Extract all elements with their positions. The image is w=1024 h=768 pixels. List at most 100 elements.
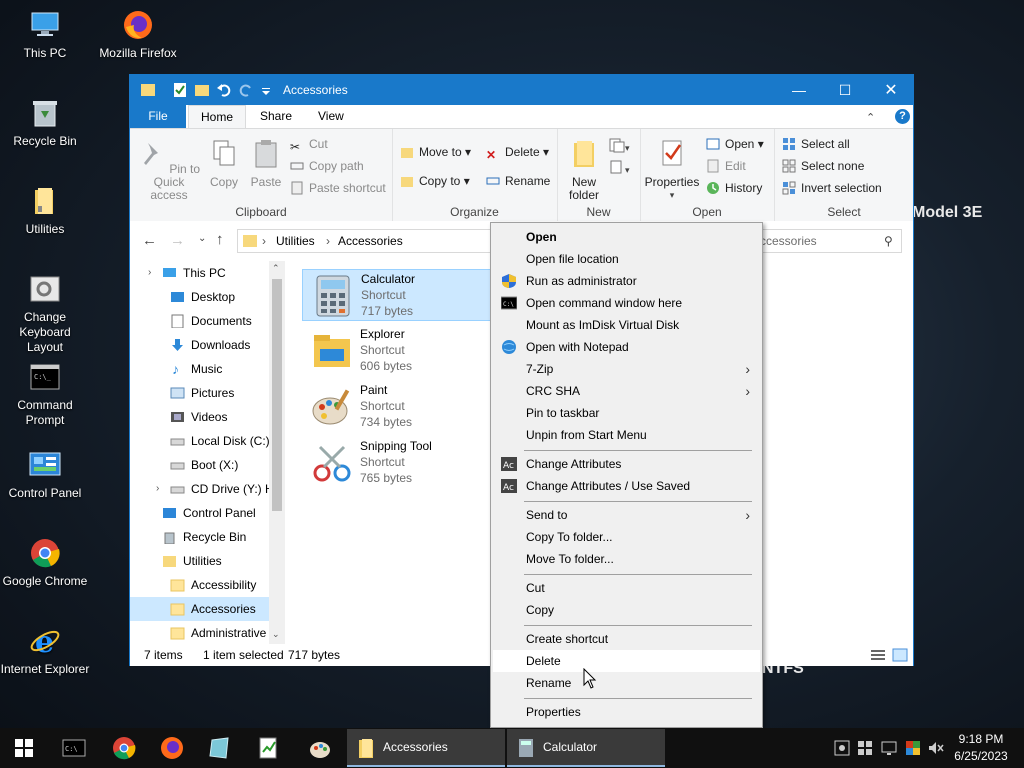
menu-item-create-shortcut[interactable]: Create shortcut xyxy=(493,628,760,650)
nav-item-pictures-row[interactable]: Pictures xyxy=(130,381,270,405)
history-button[interactable]: History xyxy=(706,179,762,197)
tray-grid-icon[interactable] xyxy=(857,740,873,756)
breadcrumb-accessories[interactable]: Accessories xyxy=(338,230,403,252)
taskbar-app-notepad[interactable] xyxy=(244,728,292,768)
nav-scrollbar[interactable]: ⌃ ⌄ xyxy=(269,261,285,644)
menu-item-crc-sha[interactable]: CRC SHA › xyxy=(493,380,760,402)
invert-selection-button[interactable]: Invert selection xyxy=(782,179,882,197)
scroll-down-icon[interactable]: ⌄ xyxy=(272,629,280,640)
menu-item-change-attributes[interactable]: Ac Change Attributes xyxy=(493,453,760,475)
file-item-calculator[interactable]: Calculator Shortcut 717 bytes xyxy=(302,269,492,321)
menu-item-cut[interactable]: Cut xyxy=(493,577,760,599)
close-button[interactable]: ✕ xyxy=(868,75,914,105)
menu-item-move-to-folder[interactable]: Move To folder... xyxy=(493,548,760,570)
open-button[interactable]: Open ▾ xyxy=(706,135,764,153)
new-item-icon[interactable]: ▾ xyxy=(609,137,633,155)
menu-item-copy[interactable]: Copy xyxy=(493,599,760,621)
nav-scrollbar-thumb[interactable] xyxy=(272,279,282,511)
menu-item-7zip[interactable]: 7-Zip › xyxy=(493,358,760,380)
menu-item-properties[interactable]: Properties xyxy=(493,701,760,723)
easy-access-icon[interactable]: ▾ xyxy=(609,159,633,177)
desktop-icon-control-panel[interactable]: Control Panel xyxy=(0,448,90,501)
nav-item-this-pc-row[interactable]: › This PC xyxy=(130,261,270,285)
nav-item-documents-row[interactable]: Documents xyxy=(130,309,270,333)
menu-item-mount-imdisk[interactable]: Mount as ImDisk Virtual Disk xyxy=(493,314,760,336)
file-item-paint[interactable]: Paint Shortcut 734 bytes xyxy=(302,381,492,433)
system-clock[interactable]: 9:18 PM 6/25/2023 xyxy=(948,731,1014,765)
paste-button[interactable]: Paste xyxy=(246,139,286,189)
menu-item-send-to[interactable]: Send to › xyxy=(493,504,760,526)
nav-item-local-disk-row[interactable]: Local Disk (C:) xyxy=(130,429,270,453)
paste-shortcut-button[interactable]: Paste shortcut xyxy=(290,179,386,197)
tab-file[interactable]: File xyxy=(130,105,186,128)
customize-toolbar-icon[interactable] xyxy=(258,82,274,98)
title-bar[interactable]: Accessories — ☐ ✕ xyxy=(130,75,913,105)
desktop-icon-firefox[interactable]: Mozilla Firefox xyxy=(93,8,183,61)
cut-button[interactable]: ✂ Cut xyxy=(290,135,328,154)
tab-view[interactable]: View xyxy=(306,105,356,128)
address-bar[interactable]: › Utilities › Accessories xyxy=(237,229,495,253)
menu-item-change-attributes-saved[interactable]: Ac Change Attributes / Use Saved xyxy=(493,475,760,497)
menu-item-run-as-administrator[interactable]: Run as administrator xyxy=(493,270,760,292)
tray-color-icon[interactable] xyxy=(905,740,921,756)
redo-icon[interactable] xyxy=(238,82,254,98)
desktop-icon-recycle-bin[interactable]: Recycle Bin xyxy=(0,96,90,149)
menu-item-open[interactable]: Open xyxy=(493,226,760,248)
delete-button[interactable]: ✕ Delete ▾ xyxy=(486,143,549,162)
file-item-snipping-tool[interactable]: Snipping Tool Shortcut 765 bytes xyxy=(302,437,492,489)
file-item-explorer[interactable]: Explorer Shortcut 606 bytes xyxy=(302,325,492,377)
taskbar-app-glass[interactable] xyxy=(196,728,244,768)
move-to-button[interactable]: Move to ▾ xyxy=(400,143,471,161)
nav-item-accessibility-row[interactable]: Accessibility xyxy=(130,573,270,597)
nav-item-administrative-row[interactable]: Administrative xyxy=(130,621,270,644)
collapse-ribbon-icon[interactable]: ⌃ xyxy=(866,111,878,124)
rename-button[interactable]: Rename xyxy=(486,172,550,190)
search-input[interactable]: ccessories ⚲ xyxy=(747,229,902,253)
menu-item-copy-to-folder[interactable]: Copy To folder... xyxy=(493,526,760,548)
taskbar-app-paint[interactable] xyxy=(296,728,344,768)
nav-item-boot-row[interactable]: Boot (X:) xyxy=(130,453,270,477)
nav-item-downloads-row[interactable]: Downloads xyxy=(130,333,270,357)
properties-button[interactable]: Properties ▾ xyxy=(644,139,700,202)
nav-item-control-panel-row[interactable]: Control Panel xyxy=(130,501,270,525)
minimize-button[interactable]: — xyxy=(776,75,822,105)
desktop-icon-this-pc[interactable]: This PC xyxy=(0,8,90,61)
properties-icon[interactable] xyxy=(172,82,188,98)
taskbar-command-prompt[interactable]: C:\ xyxy=(50,728,98,768)
desktop-icon-command-prompt[interactable]: C:\_ Command Prompt xyxy=(0,360,90,428)
select-none-button[interactable]: Select none xyxy=(782,157,864,175)
select-all-button[interactable]: Select all xyxy=(782,135,850,153)
menu-item-open-command-window[interactable]: C:\ Open command window here xyxy=(493,292,760,314)
taskbar-task-accessories[interactable]: Accessories xyxy=(347,729,505,767)
menu-item-unpin-start-menu[interactable]: Unpin from Start Menu xyxy=(493,424,760,446)
edit-button[interactable]: Edit xyxy=(706,157,746,175)
menu-item-delete[interactable]: Delete xyxy=(493,650,760,672)
undo-icon[interactable] xyxy=(216,82,232,98)
breadcrumb-utilities[interactable]: Utilities xyxy=(276,230,315,252)
tiles-view-icon[interactable] xyxy=(892,648,908,662)
maximize-button[interactable]: ☐ xyxy=(822,75,868,105)
nav-item-cd-drive-row[interactable]: › CD Drive (Y:) H xyxy=(130,477,270,501)
copy-button[interactable]: Copy xyxy=(206,139,242,189)
menu-item-pin-to-taskbar[interactable]: Pin to taskbar xyxy=(493,402,760,424)
new-folder-icon[interactable] xyxy=(194,82,210,98)
taskbar-firefox[interactable] xyxy=(148,728,196,768)
volume-muted-icon[interactable] xyxy=(928,740,944,756)
start-button[interactable] xyxy=(0,728,48,768)
taskbar-chrome[interactable] xyxy=(100,728,148,768)
back-icon[interactable]: ← xyxy=(142,232,157,249)
menu-item-open-with-notepad[interactable]: Open with Notepad xyxy=(493,336,760,358)
new-folder-button[interactable]: New folder xyxy=(561,139,607,202)
copy-to-button[interactable]: Copy to ▾ xyxy=(400,172,470,190)
forward-icon[interactable]: → xyxy=(170,232,185,249)
tab-home[interactable]: Home xyxy=(188,105,247,128)
tray-monitor-icon[interactable] xyxy=(881,740,897,756)
desktop-icon-utilities[interactable]: Utilities xyxy=(0,184,90,237)
details-view-icon[interactable] xyxy=(870,648,886,662)
scroll-up-icon[interactable]: ⌃ xyxy=(272,263,280,274)
tab-share[interactable]: Share xyxy=(248,105,304,128)
nav-item-recycle-bin-row[interactable]: Recycle Bin xyxy=(130,525,270,549)
nav-item-accessories-row[interactable]: Accessories xyxy=(130,597,270,621)
recent-locations-icon[interactable]: ⌄ xyxy=(198,233,206,244)
nav-item-desktop-row[interactable]: Desktop xyxy=(130,285,270,309)
